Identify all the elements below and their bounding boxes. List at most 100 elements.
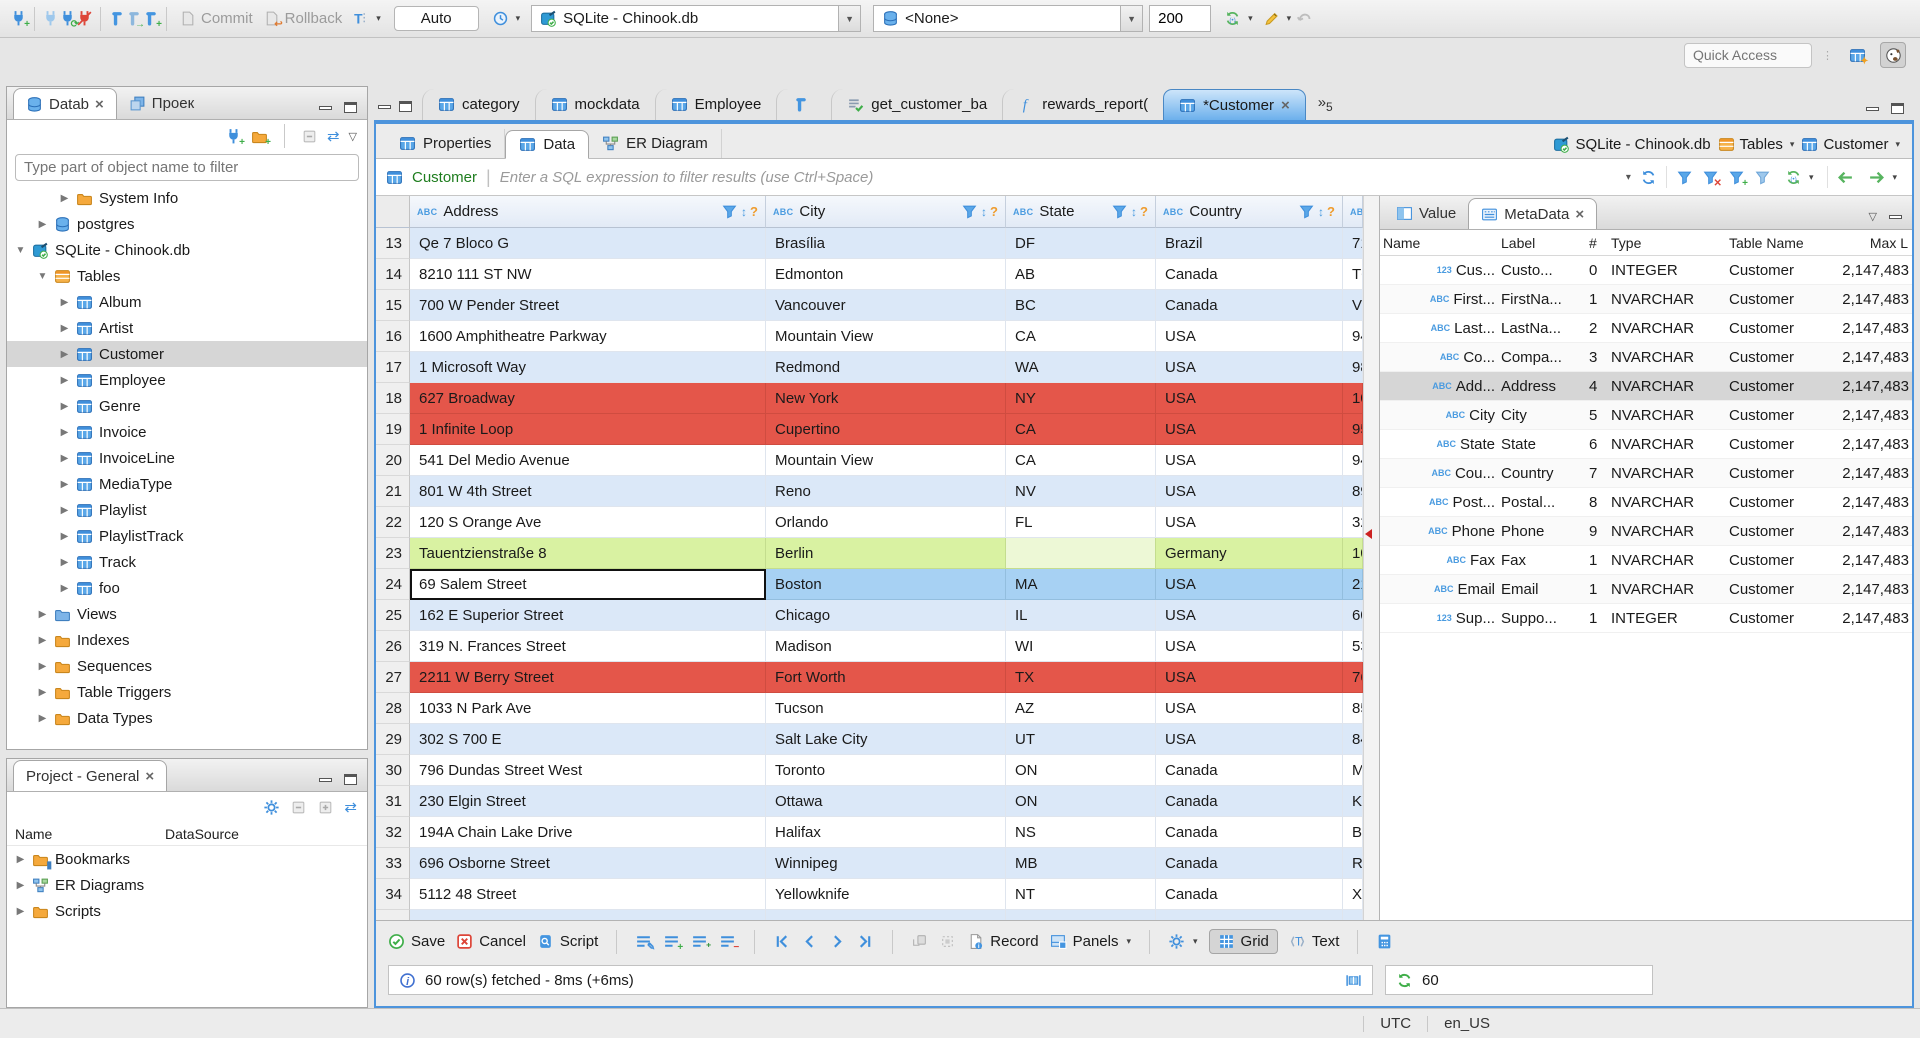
cell-country[interactable]: Canada <box>1156 755 1343 786</box>
chevron-right-icon[interactable]: ▶ <box>15 906 26 917</box>
cell-state[interactable]: AZ <box>1006 693 1156 724</box>
cell-postalcode[interactable]: R3 <box>1343 848 1363 879</box>
chevron-right-icon[interactable]: ▶ <box>59 531 70 542</box>
tree-item-postgres[interactable]: ▶ postgres <box>7 211 367 237</box>
previous-row-icon[interactable] <box>801 933 818 950</box>
meta-row-state[interactable]: ABC State State 6 NVARCHAR Customer 2,147,483 <box>1380 430 1912 459</box>
new-connection-icon[interactable]: + <box>225 128 245 147</box>
cell-address[interactable]: 5112 48 Street <box>410 879 766 910</box>
cell-postalcode[interactable]: 76 <box>1343 662 1363 693</box>
tab-database-navigator[interactable]: Datab × <box>13 88 117 119</box>
meta-column--[interactable]: # <box>1586 235 1608 251</box>
breadcrumb-customer[interactable]: Customer ▾ <box>1801 136 1900 153</box>
minimize-icon[interactable] <box>1889 214 1902 219</box>
cell-country[interactable]: Canada <box>1156 817 1343 848</box>
cell-country[interactable]: USA <box>1156 352 1343 383</box>
row-number[interactable]: 18 <box>376 383 410 414</box>
minimize-icon[interactable] <box>319 105 332 110</box>
tab-project-general[interactable]: Project - General × <box>13 760 168 791</box>
row-number[interactable]: 22 <box>376 507 410 538</box>
meta-row-compa-[interactable]: ABC Co... Compa... 3 NVARCHAR Customer 2,147,4… <box>1380 343 1912 372</box>
cell-state[interactable] <box>1006 538 1156 569</box>
cell-postalcode[interactable]: 53 <box>1343 631 1363 662</box>
meta-row-firstna-[interactable]: ABC First... FirstNa... 1 NVARCHAR Customer 2,… <box>1380 285 1912 314</box>
first-row-icon[interactable] <box>773 933 790 950</box>
meta-row-email[interactable]: ABC Email Email 1 NVARCHAR Customer 2,147,483 <box>1380 575 1912 604</box>
cell-country[interactable]: USA <box>1156 321 1343 352</box>
tree-item-views[interactable]: ▶ Views <box>7 601 367 627</box>
chevron-right-icon[interactable]: ▶ <box>59 297 70 308</box>
row-number[interactable]: 17 <box>376 352 410 383</box>
column-header-state[interactable]: ABC State ↕? <box>1006 196 1156 228</box>
meta-row-fax[interactable]: ABC Fax Fax 1 NVARCHAR Customer 2,147,483 <box>1380 546 1912 575</box>
chevron-right-icon[interactable]: ▶ <box>59 375 70 386</box>
help-icon[interactable]: ? <box>990 204 998 219</box>
cell-state[interactable]: CA <box>1006 445 1156 476</box>
new-connection-icon[interactable]: + <box>10 10 30 30</box>
cell-state[interactable]: NV <box>1006 476 1156 507</box>
cell-postalcode[interactable]: 94 <box>1343 445 1363 476</box>
cell-country[interactable]: USA <box>1156 662 1343 693</box>
cell-state[interactable]: NS <box>1006 817 1156 848</box>
fetch-all-icon[interactable] <box>939 933 956 950</box>
cancel-button[interactable]: Cancel <box>456 933 526 950</box>
cell-country[interactable]: Canada <box>1156 848 1343 879</box>
cell-city[interactable]: Halifax <box>766 817 1006 848</box>
cell-city[interactable]: Edmonton <box>766 259 1006 290</box>
collapse-all-icon[interactable] <box>301 128 318 145</box>
cell-city[interactable]: Madison <box>766 631 1006 662</box>
cell-postalcode[interactable]: M6 <box>1343 755 1363 786</box>
calculator-icon[interactable] <box>1376 933 1393 950</box>
edit-cell-icon[interactable]: ✎ <box>635 933 655 953</box>
cell-state[interactable]: MA <box>1006 569 1156 600</box>
view-menu-icon[interactable]: ▽ <box>349 130 357 143</box>
tree-item-artist[interactable]: ▶ Artist <box>7 315 367 341</box>
cell-address[interactable]: Qe 7 Bloco G <box>410 228 766 259</box>
cell-country[interactable]: Brazil <box>1156 228 1343 259</box>
cell-city[interactable]: Mountain View <box>766 445 1006 476</box>
editor-tab-employee[interactable]: Employee <box>654 89 777 120</box>
row-number[interactable]: 26 <box>376 631 410 662</box>
tree-item-mediatype[interactable]: ▶ MediaType <box>7 471 367 497</box>
tree-item-indexes[interactable]: ▶ Indexes <box>7 627 367 653</box>
chevron-right-icon[interactable]: ▶ <box>59 323 70 334</box>
cell-state[interactable]: WA <box>1006 352 1156 383</box>
cell-country[interactable]: USA <box>1156 631 1343 662</box>
cell-country[interactable]: USA <box>1156 569 1343 600</box>
cell-address[interactable]: 319 N. Frances Street <box>410 631 766 662</box>
format-button[interactable]: ▾ <box>1258 5 1297 33</box>
row-number[interactable]: 19 <box>376 414 410 445</box>
project-item-scripts[interactable]: ▶ Scripts <box>7 898 367 924</box>
project-item-bookmarks[interactable]: ▶ ▮ Bookmarks <box>7 846 367 872</box>
meta-row-suppo-[interactable]: 123 Sup... Suppo... 1 INTEGER Customer 2,147,4… <box>1380 604 1912 633</box>
cell-city[interactable]: Tucson <box>766 693 1006 724</box>
menu-icon[interactable] <box>399 101 412 112</box>
cell-postalcode[interactable]: 10 <box>1343 538 1363 569</box>
filter-icon[interactable] <box>1298 203 1315 220</box>
cell-city[interactable]: Boston <box>766 569 1006 600</box>
meta-row-postal-[interactable]: ABC Post... Postal... 8 NVARCHAR Customer 2,14… <box>1380 488 1912 517</box>
cell-country[interactable]: Canada <box>1156 259 1343 290</box>
quick-access-input[interactable] <box>1684 42 1812 68</box>
cell-city[interactable]: Berlin <box>766 538 1006 569</box>
row-number[interactable]: 27 <box>376 662 410 693</box>
sql-editor-icon[interactable] <box>108 10 125 27</box>
transaction-history-button[interactable]: ▾ <box>487 5 526 33</box>
view-menu-icon[interactable]: ▽ <box>1869 210 1877 223</box>
maximize-icon[interactable] <box>1891 103 1904 114</box>
options-button[interactable]: ▾ <box>1168 933 1198 950</box>
fetch-next-page-icon[interactable] <box>911 933 928 950</box>
cell-postalcode[interactable]: V6 <box>1343 290 1363 321</box>
row-number[interactable]: 25 <box>376 600 410 631</box>
previous-result-icon[interactable] <box>1837 169 1854 186</box>
column-datasource[interactable]: DataSource <box>165 826 239 842</box>
tree-item-invoice[interactable]: ▶ Invoice <box>7 419 367 445</box>
meta-row-phone[interactable]: ABC Phone Phone 9 NVARCHAR Customer 2,147,483 <box>1380 517 1912 546</box>
row-number[interactable]: 28 <box>376 693 410 724</box>
cell-postalcode[interactable]: 89 <box>1343 476 1363 507</box>
cell-postalcode[interactable]: 84 <box>1343 724 1363 755</box>
tree-item-tables[interactable]: ▼ Tables <box>7 263 367 289</box>
cell-postalcode[interactable]: 85 <box>1343 693 1363 724</box>
cell-state[interactable]: FL <box>1006 507 1156 538</box>
cell-city[interactable]: New York <box>766 383 1006 414</box>
